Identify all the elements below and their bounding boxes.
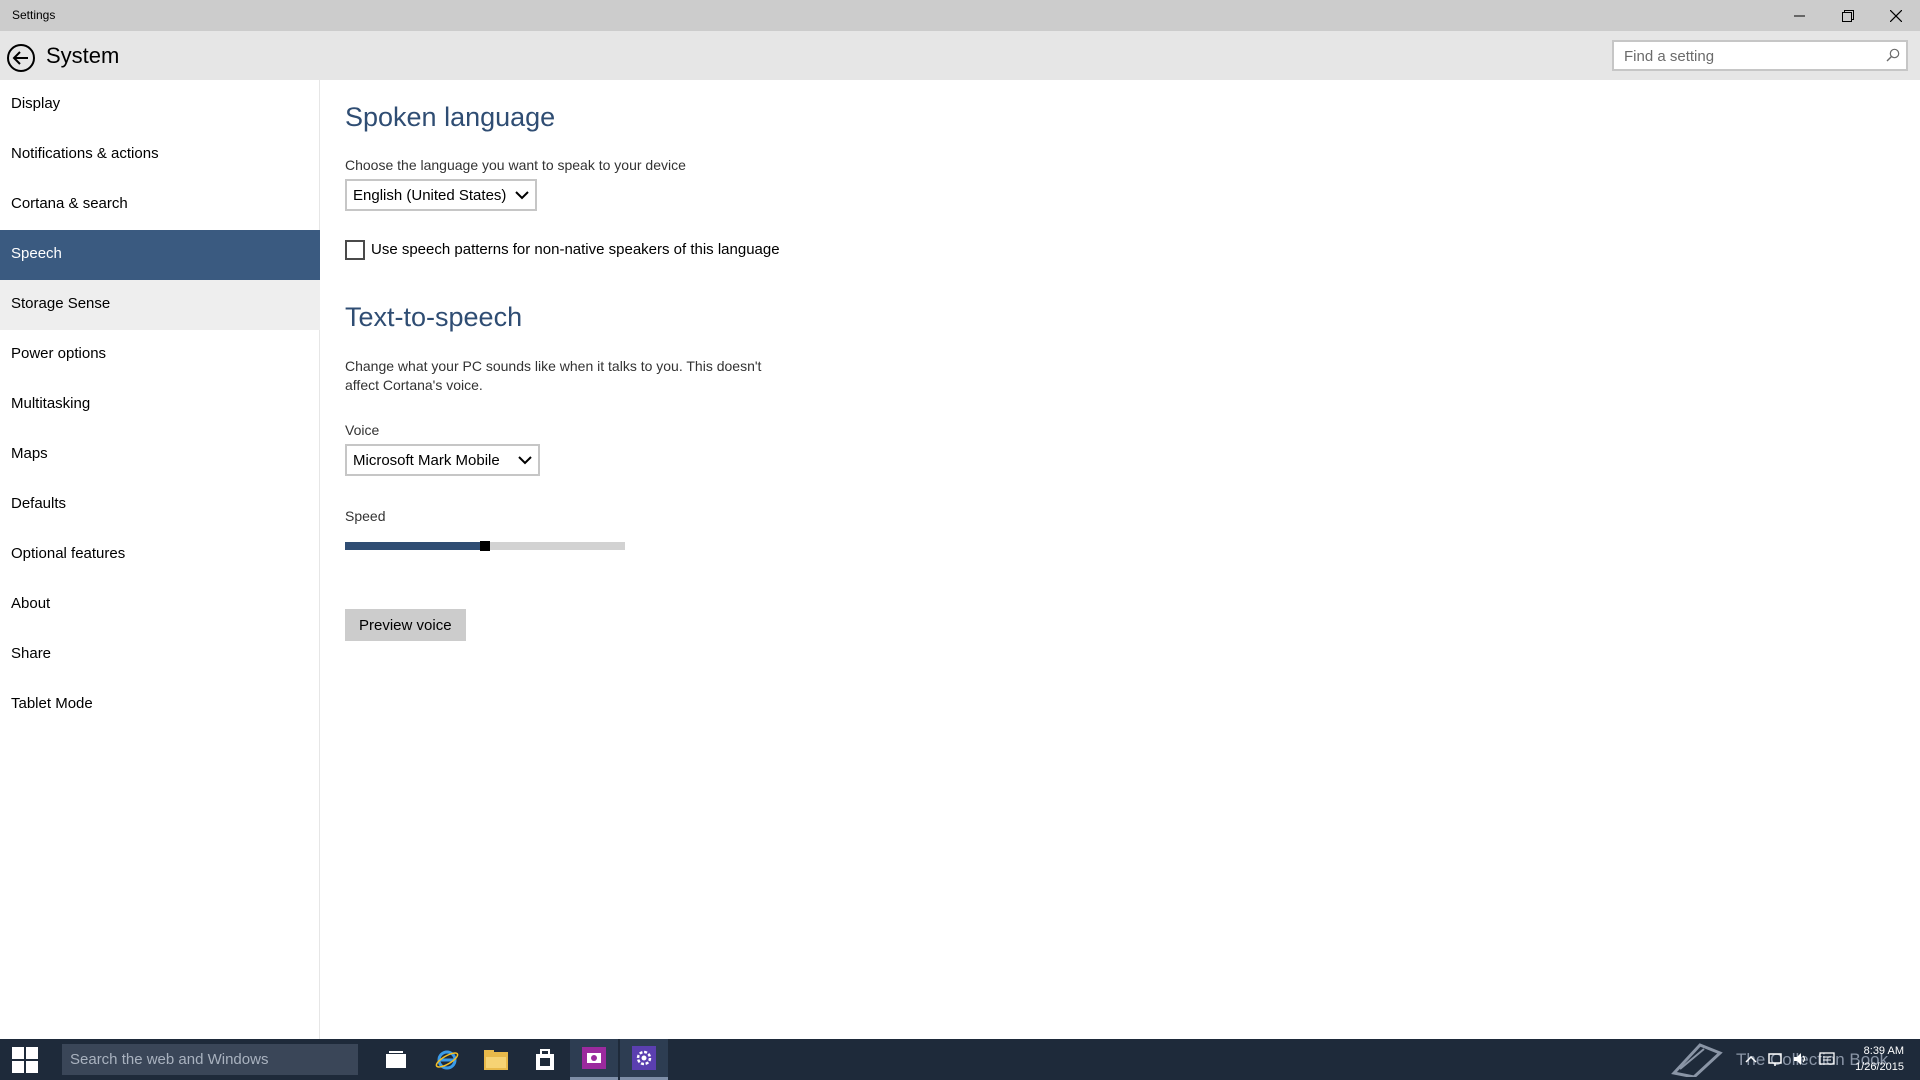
minimize-button[interactable] [1776,0,1824,31]
sidebar-item-label: Speech [11,245,62,262]
chevron-down-icon [518,456,532,465]
camera-app-button[interactable] [570,1039,618,1080]
restore-button[interactable] [1824,0,1872,31]
tts-description-line1: Change what your PC sounds like when it … [345,358,762,374]
spoken-language-heading: Spoken language [345,102,556,132]
sidebar-item-label: About [11,595,51,612]
file-explorer-icon [484,1049,508,1070]
sidebar-item-label: Share [11,645,52,662]
sidebar-item-label: Storage Sense [11,295,111,312]
clock-time: 8:39 AM [1863,1045,1904,1057]
window-title: Settings [12,8,56,22]
task-view-icon [386,1050,406,1068]
sidebar-item-label: Multitasking [11,395,91,412]
task-view-button[interactable] [372,1039,420,1080]
sidebar-item-multitasking[interactable]: Multitasking [0,380,320,430]
sidebar-item-label: Maps [11,445,48,462]
speed-slider[interactable] [345,541,625,551]
title-bar: Settings [0,0,1920,31]
chevron-down-icon [515,191,529,200]
internet-explorer-button[interactable] [423,1039,471,1080]
sidebar-item-notifications[interactable]: Notifications & actions [0,130,320,180]
sidebar: Display Notifications & actions Cortana … [0,80,320,1039]
sidebar-item-display[interactable]: Display [0,80,320,130]
minimize-icon [1794,15,1805,16]
taskbar: Search the web and Windows The Collectio… [0,1039,1920,1080]
store-icon [536,1048,554,1070]
search-icon[interactable] [1886,48,1900,62]
sidebar-item-label: Notifications & actions [11,145,159,162]
non-native-speech-label[interactable]: Use speech patterns for non-native speak… [371,241,780,258]
search-placeholder: Find a setting [1624,48,1715,65]
close-icon [1890,9,1902,22]
non-native-speech-checkbox[interactable] [345,240,365,260]
speech-settings-pane: Spoken language Choose the language you … [345,80,1845,1039]
store-button[interactable] [521,1039,569,1080]
taskbar-search-placeholder: Search the web and Windows [70,1051,269,1068]
back-button[interactable] [6,43,36,73]
clock[interactable]: 8:39 AM 1/26/2015 [1855,1043,1904,1075]
close-button[interactable] [1872,0,1920,31]
action-center-icon[interactable] [1819,1051,1835,1067]
voice-value: Microsoft Mark Mobile [353,452,500,469]
start-button[interactable] [0,1039,50,1080]
sidebar-item-storage-sense[interactable]: Storage Sense [0,280,320,330]
app-header: System Find a setting [0,31,1920,80]
voice-label: Voice [345,422,380,438]
settings-app-button[interactable] [620,1039,668,1080]
system-tray [1745,1051,1835,1067]
speed-slider-fill [345,542,485,550]
text-to-speech-heading: Text-to-speech [345,302,523,332]
spoken-language-value: English (United States) [353,187,507,204]
back-arrow-icon [7,44,35,72]
tts-description-line2: affect Cortana's voice. [345,377,483,393]
sidebar-item-about[interactable]: About [0,580,320,630]
taskbar-search-box[interactable]: Search the web and Windows [62,1044,358,1075]
internet-explorer-icon [435,1050,459,1069]
sidebar-item-label: Defaults [11,495,67,512]
sidebar-item-share[interactable]: Share [0,630,320,680]
find-setting-search[interactable]: Find a setting [1612,40,1908,71]
preview-voice-button[interactable]: Preview voice [345,609,466,641]
sidebar-item-speech[interactable]: Speech [0,230,320,280]
sidebar-item-cortana[interactable]: Cortana & search [0,180,320,230]
camera-app-icon [582,1047,606,1069]
sidebar-item-maps[interactable]: Maps [0,430,320,480]
sidebar-item-defaults[interactable]: Defaults [0,480,320,530]
sidebar-item-label: Power options [11,345,107,362]
speed-label: Speed [345,508,386,524]
sidebar-item-label: Optional features [11,545,126,562]
speed-slider-thumb[interactable] [480,541,490,551]
settings-icon [632,1046,656,1070]
volume-icon[interactable] [1793,1051,1809,1067]
clock-date: 1/26/2015 [1855,1061,1904,1073]
sidebar-item-power[interactable]: Power options [0,330,320,380]
windows-logo-icon [12,1046,38,1073]
chevron-up-icon[interactable] [1745,1051,1757,1067]
sidebar-item-optional-features[interactable]: Optional features [0,530,320,580]
restore-icon [1842,9,1854,22]
voice-dropdown[interactable]: Microsoft Mark Mobile [345,444,540,476]
sidebar-item-label: Display [11,95,61,112]
spoken-language-description: Choose the language you want to speak to… [345,157,686,173]
book-logo-icon [1671,1043,1723,1077]
sidebar-item-tablet-mode[interactable]: Tablet Mode [0,680,320,730]
spoken-language-dropdown[interactable]: English (United States) [345,179,537,211]
network-icon[interactable] [1767,1051,1783,1067]
sidebar-item-label: Tablet Mode [11,695,93,712]
sidebar-item-label: Cortana & search [11,195,128,212]
page-title: System [46,43,120,68]
file-explorer-button[interactable] [472,1039,520,1080]
